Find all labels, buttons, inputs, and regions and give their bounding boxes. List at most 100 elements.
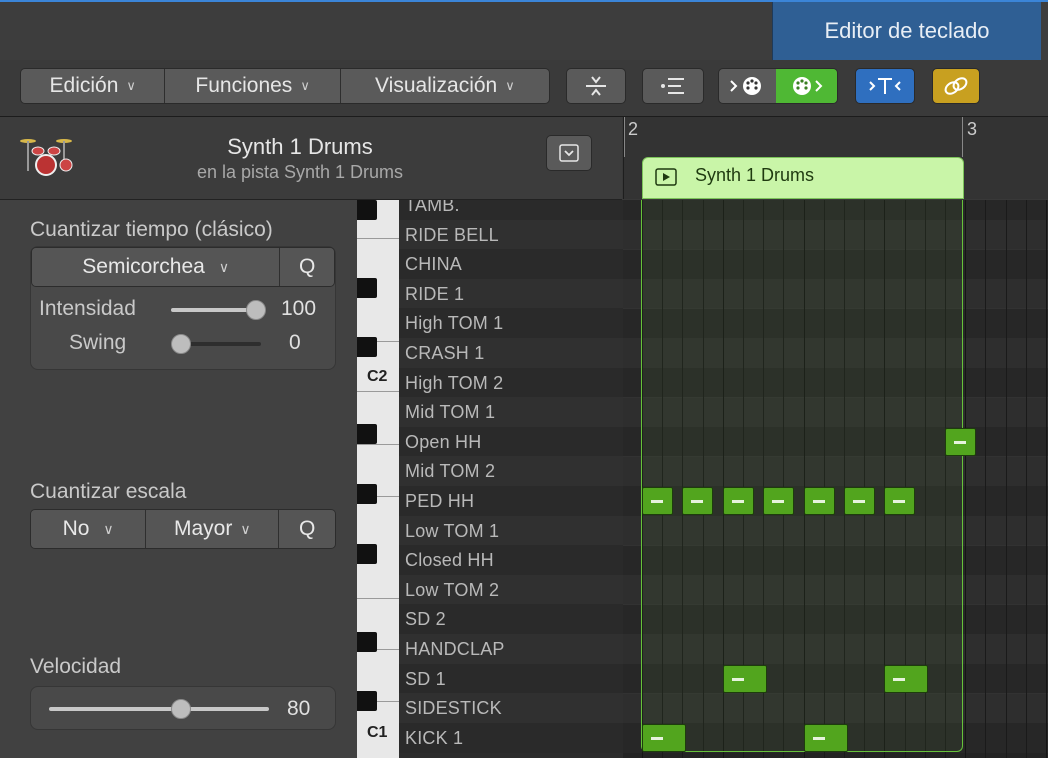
drum-lane-label[interactable]: High TOM 1 (405, 313, 503, 334)
midi-note[interactable] (642, 723, 686, 752)
chevron-down-icon: ∨ (103, 520, 114, 537)
drum-lane-label[interactable]: HANDCLAP (405, 639, 505, 660)
chevron-down-icon: ∨ (218, 258, 230, 275)
white-key-divider (357, 598, 399, 599)
bar-marker (624, 117, 625, 157)
drum-lane-label[interactable]: Mid TOM 1 (405, 402, 495, 423)
note-velocity-mark (731, 677, 744, 681)
midi-note[interactable] (763, 487, 795, 515)
black-key[interactable] (357, 691, 377, 711)
tab-keyboard-editor[interactable]: Editor de teclado (772, 2, 1041, 60)
black-key[interactable] (357, 424, 377, 444)
midi-note[interactable] (642, 487, 673, 515)
piano-roll-window: Editor de teclado Edición ∨ Funciones ∨ … (0, 0, 1048, 758)
filter-list-icon (661, 78, 684, 94)
white-key-divider (357, 391, 399, 392)
drum-lane-label[interactable]: RIDE 1 (405, 284, 464, 305)
drum-lane-label[interactable]: High TOM 2 (405, 373, 503, 394)
midi-note[interactable] (945, 427, 976, 456)
black-key[interactable] (357, 632, 377, 652)
swing-label: Swing (69, 331, 127, 354)
midi-out-button[interactable] (776, 69, 837, 103)
black-key[interactable] (357, 278, 377, 298)
note-velocity-mark (893, 500, 906, 503)
quantize-q-button[interactable]: Q (280, 248, 334, 286)
region-header[interactable]: Synth 1 Drums (642, 157, 964, 199)
note-velocity-mark (772, 500, 785, 503)
drum-lane-label[interactable]: Low TOM 1 (405, 521, 499, 542)
menu-view[interactable]: Visualización ∨ (340, 69, 549, 103)
drum-lane-label[interactable]: SD 2 (405, 609, 446, 630)
note-velocity-mark (812, 736, 825, 740)
velocity-slider-knob[interactable] (171, 699, 191, 719)
strength-value: 100 (281, 297, 317, 320)
midi-note[interactable] (884, 664, 929, 693)
drum-lane-label[interactable]: Open HH (405, 432, 481, 453)
note-grid[interactable] (623, 200, 1048, 758)
link-icon (944, 77, 968, 95)
catch-playhead-button[interactable] (855, 68, 915, 104)
drum-lane-label[interactable]: KICK 1 (405, 728, 463, 749)
midi-note[interactable] (844, 487, 875, 515)
drum-lane-label[interactable]: RIDE BELL (405, 225, 499, 246)
quantize-control: Semicorchea ∨ Q (31, 247, 335, 287)
track-subtitle: en la pista Synth 1 Drums (196, 162, 404, 182)
grid-line (1046, 200, 1047, 758)
scale-type-select[interactable]: Mayor ∨ (146, 510, 280, 548)
scale-q-button[interactable]: Q (279, 510, 335, 548)
strength-slider-knob[interactable] (246, 300, 266, 320)
menu-view-label: Visualización (375, 74, 498, 97)
menu-group: Edición ∨ Funciones ∨ Visualización ∨ (20, 68, 550, 104)
drum-lane-label[interactable]: CRASH 1 (405, 343, 484, 364)
midi-note[interactable] (884, 487, 916, 515)
timeline-ruler[interactable]: 2 3 Synth 1 Drums (623, 117, 1048, 199)
midi-note[interactable] (722, 487, 754, 515)
track-menu-button[interactable] (546, 135, 592, 171)
note-velocity-mark (893, 677, 906, 681)
piano-keyboard[interactable]: C2 C1 (357, 200, 399, 758)
swing-slider-knob[interactable] (171, 334, 191, 354)
grid-line (965, 200, 967, 758)
midi-in-button[interactable] (719, 69, 776, 103)
scale-quantize-control: No ∨ Mayor ∨ Q (30, 509, 336, 549)
midi-note[interactable] (803, 723, 848, 752)
note-velocity-mark (691, 500, 704, 503)
menu-functions[interactable]: Funciones ∨ (165, 69, 341, 103)
note-velocity-mark (731, 500, 744, 503)
quantize-value-select[interactable]: Semicorchea ∨ (32, 248, 281, 286)
menu-edit[interactable]: Edición ∨ (21, 69, 166, 103)
drum-lane-label[interactable]: CHINA (405, 254, 462, 275)
drum-lane-label[interactable]: Low TOM 2 (405, 580, 499, 601)
filter-button[interactable] (642, 68, 704, 104)
drum-lane-label[interactable]: TAMB. (405, 200, 460, 216)
midi-note[interactable] (722, 664, 767, 693)
collapse-button[interactable] (566, 68, 626, 104)
chevron-down-icon: ∨ (505, 78, 515, 93)
scale-root-select[interactable]: No ∨ (31, 510, 147, 548)
midi-note[interactable] (682, 487, 714, 515)
menu-functions-label: Funciones (195, 74, 293, 97)
drum-lane-label[interactable]: Closed HH (405, 550, 494, 571)
link-button[interactable] (932, 68, 980, 104)
black-key[interactable] (357, 337, 377, 357)
drum-lane-label[interactable]: PED HH (405, 491, 474, 512)
velocity-value: 80 (287, 697, 311, 720)
drum-lane-label[interactable]: SD 1 (405, 669, 446, 690)
note-velocity-mark (651, 500, 663, 503)
midi-out-icon (792, 77, 822, 95)
quantize-title: Cuantizar tiempo (clásico) (30, 218, 273, 241)
scale-quantize-title: Cuantizar escala (30, 480, 187, 503)
play-region-icon (655, 168, 677, 186)
black-key[interactable] (357, 484, 377, 504)
drum-kit-icon (20, 139, 73, 176)
drum-lane-label[interactable]: SIDESTICK (405, 698, 502, 719)
note-velocity-mark (954, 440, 966, 444)
scale-root-value: No (62, 517, 90, 540)
black-key[interactable] (357, 544, 377, 564)
midi-note[interactable] (803, 487, 835, 515)
black-key[interactable] (357, 200, 377, 220)
midi-in-out-toggle[interactable] (718, 68, 838, 104)
drum-lane-label[interactable]: Mid TOM 2 (405, 461, 495, 482)
quantize-value: Semicorchea (82, 255, 205, 278)
velocity-slider[interactable] (49, 707, 269, 711)
